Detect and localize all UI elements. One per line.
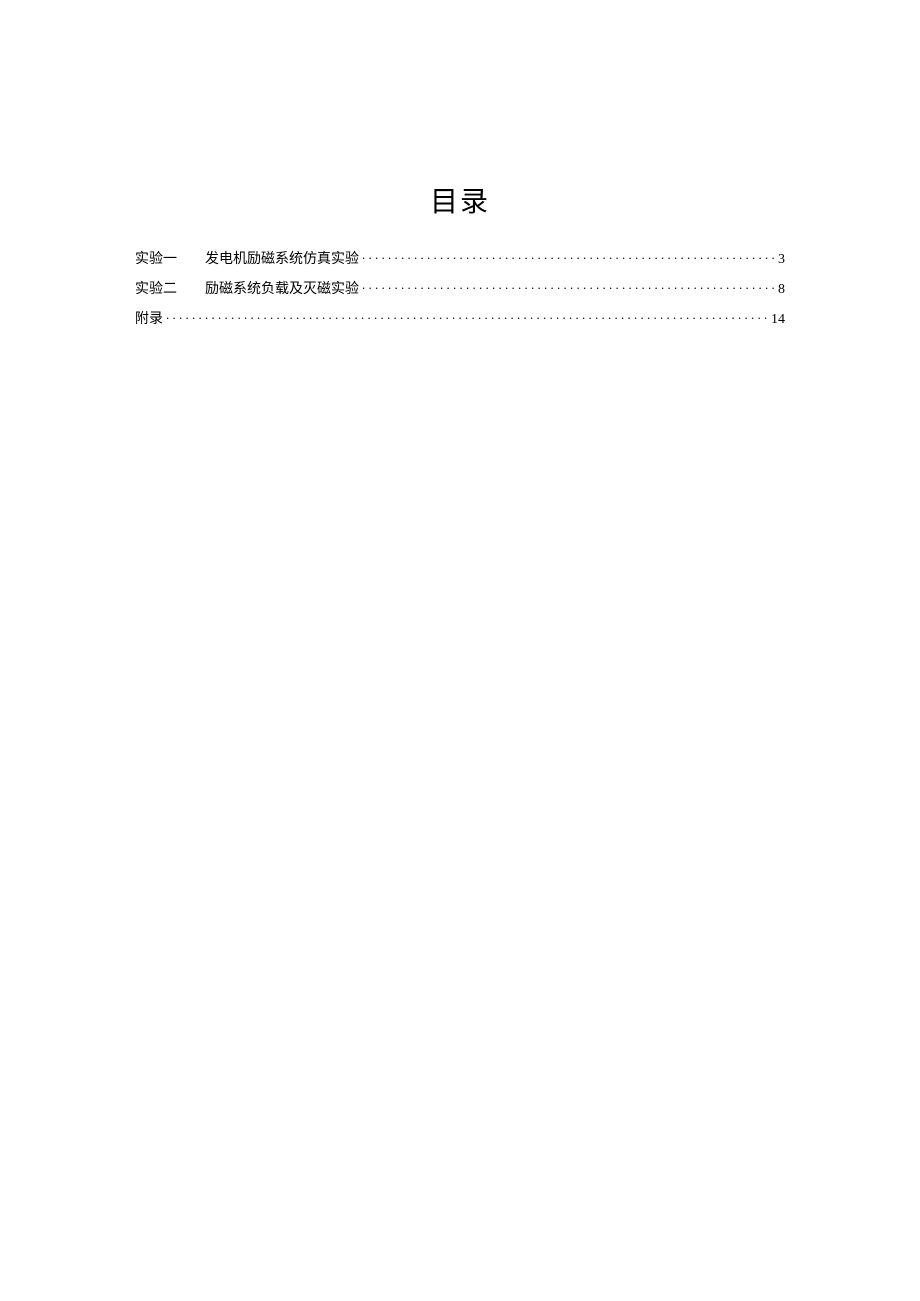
toc-entry-desc: 发电机励磁系统仿真实验 [205,248,359,268]
toc-entry: 附录 14 [135,308,785,328]
table-of-contents: 实验一 发电机励磁系统仿真实验 3 实验二 励磁系统负载及灭磁实验 8 附录 1… [135,248,785,328]
toc-dot-leader [166,309,768,323]
toc-entry-page: 8 [778,282,785,298]
toc-dot-leader [362,249,775,263]
document-page: 目录 实验一 发电机励磁系统仿真实验 3 实验二 励磁系统负载及灭磁实验 8 附… [0,0,920,328]
toc-entry-label: 实验二 [135,278,177,298]
toc-entry-label: 实验一 [135,248,177,268]
toc-entry-desc: 励磁系统负载及灭磁实验 [205,278,359,298]
toc-entry-page: 14 [771,312,785,328]
toc-entry: 实验一 发电机励磁系统仿真实验 3 [135,248,785,268]
toc-entry: 实验二 励磁系统负载及灭磁实验 8 [135,278,785,298]
toc-entry-page: 3 [778,252,785,268]
toc-title: 目录 [135,180,785,220]
toc-dot-leader [362,279,775,293]
toc-entry-label: 附录 [135,308,163,328]
